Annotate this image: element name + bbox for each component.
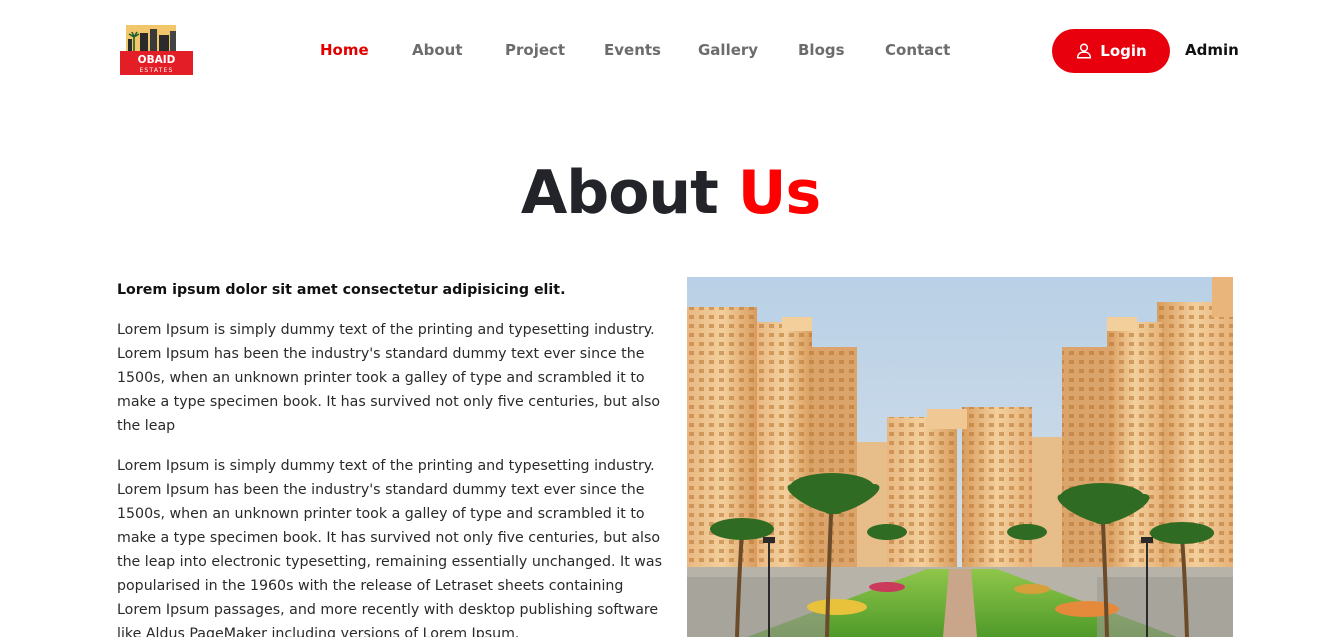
nav-home[interactable]: Home (320, 41, 369, 59)
nav-project[interactable]: Project (505, 41, 565, 59)
nav-events[interactable]: Events (604, 41, 661, 59)
site-header: OBAID ESTATES Home About Project Events … (0, 0, 1341, 104)
about-title-accent: Us (737, 158, 821, 228)
svg-text:ESTATES: ESTATES (139, 67, 173, 74)
login-button[interactable]: Login (1052, 29, 1170, 73)
about-title-main: About (520, 158, 719, 228)
admin-link[interactable]: Admin (1185, 41, 1239, 59)
about-image (687, 277, 1233, 637)
nav-blogs[interactable]: Blogs (798, 41, 845, 59)
login-label: Login (1100, 42, 1147, 60)
about-paragraph-1: Lorem Ipsum is simply dummy text of the … (117, 322, 661, 434)
nav-gallery[interactable]: Gallery (698, 41, 758, 59)
nav-contact[interactable]: Contact (885, 41, 950, 59)
about-text: Lorem ipsum dolor sit amet consectetur a… (117, 278, 667, 637)
about-paragraph-2: Lorem Ipsum is simply dummy text of the … (117, 458, 662, 637)
user-icon (1077, 43, 1092, 59)
about-lead: Lorem ipsum dolor sit amet consectetur a… (117, 282, 566, 298)
nav-about[interactable]: About (412, 41, 463, 59)
about-heading: About Us (0, 155, 1341, 231)
